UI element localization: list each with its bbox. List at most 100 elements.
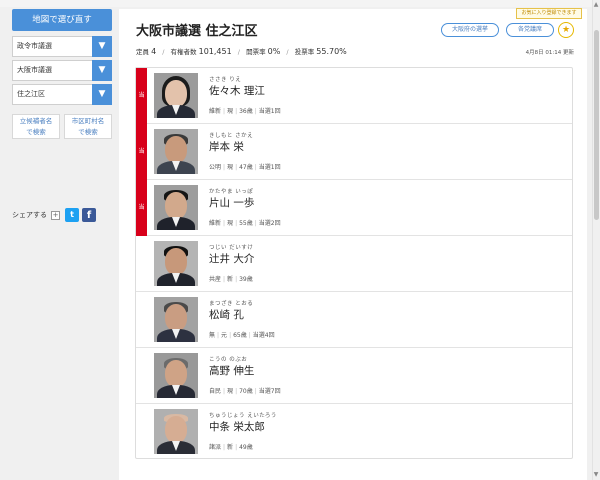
election-type-select-value: 政令市議選	[17, 42, 52, 50]
page-scrollbar[interactable]: ▲ ▼	[592, 0, 600, 480]
share-bar: シェアする + t f	[12, 208, 96, 222]
candidate-name: 辻井 大介	[209, 253, 255, 265]
candidate-photo	[154, 185, 198, 230]
candidate-name: 高野 伸生	[209, 365, 255, 377]
facebook-icon[interactable]: f	[82, 208, 96, 222]
candidate-status: 新	[227, 276, 234, 283]
candidate-name: 松崎 孔	[209, 309, 244, 321]
reselect-on-map-button[interactable]: 地図で選び直す	[12, 9, 112, 31]
candidate-name: 中条 栄太郎	[209, 421, 265, 433]
stats-divider: /	[286, 48, 289, 56]
search-by-candidate-button[interactable]: 立候補者名 で検索	[12, 114, 60, 139]
candidate-name: 佐々木 理江	[209, 85, 265, 97]
candidate-status: 元	[221, 332, 228, 339]
star-icon[interactable]: ★	[558, 22, 574, 38]
main-panel: 大阪市議選 住之江区 定員 4 / 有権者数 101,451 / 開票率 0% …	[119, 8, 587, 480]
candidate-photo	[154, 297, 198, 342]
search-by-municipality-button[interactable]: 市区町村名 で検索	[64, 114, 112, 139]
candidate-meta: 維新 | 現 | 36歳 | 当選1回	[209, 108, 281, 115]
stats-divider: /	[162, 48, 165, 56]
candidate-party: 無	[209, 332, 216, 339]
candidate-status: 現	[227, 220, 234, 227]
election-stats: 定員 4 / 有権者数 101,451 / 開票率 0% / 投票率 55.70…	[136, 46, 347, 56]
candidate-row[interactable]: ちゅうじょう えいたろう 中条 栄太郎 諸派 | 新 | 49歳	[136, 404, 572, 460]
stats-divider: /	[237, 48, 240, 56]
sidebar: 地図で選び直す 政令市議選 ▼ 大阪市議選 ▼ 住之江区 ▼ 立候補者名 で検索…	[12, 9, 112, 139]
candidate-kana: ささき りえ	[209, 77, 242, 83]
candidate-meta: 維新 | 現 | 55歳 | 当選2回	[209, 220, 281, 227]
candidate-name: 片山 一歩	[209, 197, 255, 209]
candidate-photo	[154, 129, 198, 174]
twitter-icon[interactable]: t	[65, 208, 79, 222]
window-top-edge	[0, 0, 600, 7]
candidate-kana: こうの のぶお	[209, 357, 248, 363]
chevron-down-icon[interactable]: ▼	[92, 60, 112, 81]
party-seats-button[interactable]: 各党議席	[506, 23, 554, 37]
scroll-up-icon[interactable]: ▲	[593, 2, 599, 8]
elected-badge: 当	[136, 180, 147, 236]
turnout-value: 55.70%	[316, 47, 347, 56]
district-select[interactable]: 住之江区 ▼	[12, 84, 112, 105]
candidate-party: 維新	[209, 220, 222, 227]
chevron-down-icon[interactable]: ▼	[92, 36, 112, 57]
chevron-down-icon[interactable]: ▼	[92, 84, 112, 105]
candidate-row[interactable]: 当 かたやま いっぽ 片山 一歩 維新 | 現 | 55歳 | 当選2回	[136, 180, 572, 236]
candidate-age: 36歳	[239, 108, 253, 115]
search-by-candidate-line1: 立候補者名	[19, 117, 53, 125]
share-label: シェアする	[12, 211, 47, 219]
search-by-municipality-line1: 市区町村名	[71, 117, 105, 125]
candidate-wins: 当選1回	[258, 164, 281, 171]
candidate-row[interactable]: 当 ささき りえ 佐々木 理江 維新 | 現 | 36歳 | 当選1回	[136, 68, 572, 124]
district-select-value: 住之江区	[17, 90, 45, 98]
counted-value: 0%	[267, 47, 281, 56]
page-title: 大阪市議選 住之江区	[136, 24, 258, 39]
prefecture-election-button[interactable]: 大阪府の選挙	[441, 23, 499, 37]
candidate-wins: 当選4回	[252, 332, 275, 339]
candidate-age: 39歳	[239, 276, 253, 283]
search-buttons: 立候補者名 で検索 市区町村名 で検索	[12, 114, 112, 139]
scroll-down-icon[interactable]: ▼	[593, 472, 599, 478]
election-type-select[interactable]: 政令市議選 ▼	[12, 36, 112, 57]
election-selects: 政令市議選 ▼ 大阪市議選 ▼ 住之江区 ▼	[12, 36, 112, 105]
candidate-kana: ちゅうじょう えいたろう	[209, 413, 277, 419]
candidate-wins: 当選1回	[258, 108, 281, 115]
candidate-name: 岸本 栄	[209, 141, 244, 153]
search-by-municipality-line2: で検索	[78, 128, 98, 136]
candidate-row[interactable]: まつざき とおる 松崎 孔 無 | 元 | 65歳 | 当選4回	[136, 292, 572, 348]
candidate-row[interactable]: こうの のぶお 高野 伸生 自民 | 現 | 70歳 | 当選7回	[136, 348, 572, 404]
candidate-party: 維新	[209, 108, 222, 115]
voters-value: 101,451	[198, 47, 232, 56]
search-by-candidate-line2: で検索	[26, 128, 46, 136]
candidate-meta: 諸派 | 新 | 49歳	[209, 444, 253, 451]
candidate-meta: 共産 | 新 | 39歳	[209, 276, 253, 283]
candidate-kana: きしもと さかえ	[209, 133, 254, 139]
candidate-kana: かたやま いっぽ	[209, 189, 254, 195]
quota-value: 4	[151, 47, 157, 56]
candidate-photo	[154, 353, 198, 398]
candidate-status: 現	[227, 108, 234, 115]
candidate-age: 55歳	[239, 220, 253, 227]
candidate-photo	[154, 73, 198, 118]
candidate-meta: 自民 | 現 | 70歳 | 当選7回	[209, 388, 281, 395]
turnout-label: 投票率	[294, 48, 315, 56]
plus-icon[interactable]: +	[51, 210, 60, 220]
voters-label: 有権者数	[170, 48, 197, 56]
candidate-status: 現	[227, 388, 234, 395]
candidate-age: 70歳	[239, 388, 253, 395]
candidate-age: 65歳	[233, 332, 247, 339]
election-select[interactable]: 大阪市議選 ▼	[12, 60, 112, 81]
candidate-party: 自民	[209, 388, 222, 395]
candidate-list: 当 ささき りえ 佐々木 理江 維新 | 現 | 36歳 | 当選1回 当 きし…	[135, 67, 573, 459]
candidate-photo	[154, 409, 198, 454]
candidate-age: 47歳	[239, 164, 253, 171]
favorite-tooltip: お気に入り登録できます	[516, 8, 582, 19]
candidate-photo	[154, 241, 198, 286]
scroll-thumb[interactable]	[594, 30, 599, 220]
candidate-meta: 無 | 元 | 65歳 | 当選4回	[209, 332, 275, 339]
candidate-party: 公明	[209, 164, 222, 171]
counted-label: 開票率	[246, 48, 266, 56]
candidate-row[interactable]: 当 きしもと さかえ 岸本 栄 公明 | 現 | 47歳 | 当選1回	[136, 124, 572, 180]
candidate-row[interactable]: つじい だいすけ 辻井 大介 共産 | 新 | 39歳	[136, 236, 572, 292]
candidate-kana: まつざき とおる	[209, 301, 254, 307]
candidate-wins: 当選2回	[258, 220, 281, 227]
